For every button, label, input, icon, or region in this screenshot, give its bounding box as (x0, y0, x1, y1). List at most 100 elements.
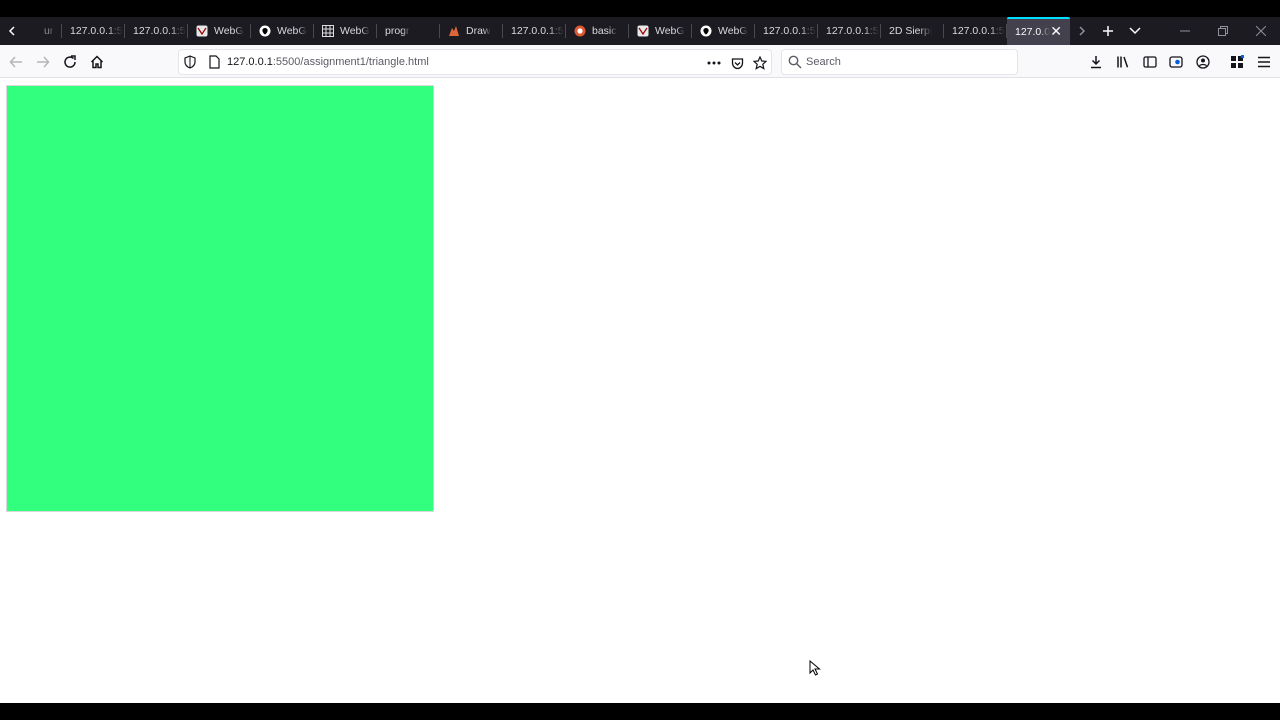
extension-button[interactable] (1164, 50, 1188, 74)
account-button[interactable] (1191, 50, 1215, 74)
webgl-canvas[interactable] (6, 85, 434, 512)
account-icon (1196, 55, 1210, 69)
screen-top-edge (0, 0, 1280, 17)
url-host: 127.0.0.1 (227, 56, 273, 68)
address-bar[interactable]: 127.0.0.1:5500/assignment1/triangle.html (178, 49, 772, 75)
tab[interactable]: basic (566, 17, 629, 45)
screen-bottom-edge (0, 703, 1280, 720)
tab-label: WebG (718, 25, 748, 37)
puzzle-icon (1231, 55, 1244, 68)
tab-label: WebG (277, 25, 307, 37)
tab-label: WebG (655, 25, 685, 37)
webgl-icon (196, 25, 208, 37)
tab[interactable]: 127.0.0.1:5 (125, 17, 188, 45)
tab-label: basic (592, 25, 617, 37)
home-button[interactable] (85, 50, 109, 74)
github-icon (259, 25, 271, 37)
tab-active[interactable]: 127.0.0 ✕ (1007, 17, 1070, 45)
star-icon (753, 56, 767, 70)
back-arrow-icon (9, 56, 22, 68)
tab-label: ur (44, 25, 54, 37)
tab[interactable]: 127.0.0.1:5 (944, 17, 1007, 45)
tab-list: ur 127.0.0.1:5 127.0.0.1:5 WebG WebG WebG prog… (24, 17, 1007, 45)
tab-label: 127.0.0.1:5 (952, 25, 1005, 37)
tab[interactable]: Draw (440, 17, 503, 45)
tab-label: WebG (214, 25, 244, 37)
reload-icon (64, 55, 76, 68)
more-dots-icon (707, 61, 721, 65)
tab[interactable]: 127.0.0.1:5 (62, 17, 125, 45)
forward-arrow-icon (37, 56, 50, 68)
tab-label: 127.0.0.1:5 (133, 25, 186, 37)
chevron-down-icon (1128, 27, 1141, 35)
restore-button[interactable] (1204, 17, 1242, 45)
tracking-protection-icon[interactable] (183, 55, 197, 69)
tab-strip: ur 127.0.0.1:5 127.0.0.1:5 WebG WebG WebG prog… (0, 17, 1280, 45)
chevron-right-icon (1079, 26, 1086, 36)
bookmark-star-button[interactable] (751, 54, 769, 72)
extension-icon (1169, 56, 1183, 68)
page-content (0, 78, 1280, 703)
mouse-cursor-icon (809, 660, 821, 676)
minimize-button[interactable] (1166, 17, 1204, 45)
tab-label: 127.0.0.1:5 (511, 25, 564, 37)
tab-label: WebG (340, 25, 370, 37)
tab[interactable]: 127.0.0.1:5 (755, 17, 818, 45)
url-text[interactable]: 127.0.0.1:5500/assignment1/triangle.html (227, 56, 429, 68)
tab[interactable]: ur (24, 17, 62, 45)
tab[interactable]: WebG (251, 17, 314, 45)
restore-icon (1218, 26, 1228, 36)
home-icon (90, 55, 104, 69)
tab-label: progr (385, 25, 410, 37)
draw-icon (448, 25, 460, 37)
library-button[interactable] (1111, 50, 1135, 74)
tab-label: 127.0.0 (1015, 26, 1051, 38)
tab-label: 127.0.0.1:5 (70, 25, 123, 37)
pocket-button[interactable] (728, 54, 746, 72)
close-icon (1256, 26, 1266, 36)
plus-icon (1102, 26, 1113, 36)
close-window-button[interactable] (1242, 17, 1280, 45)
tab[interactable]: WebG (314, 17, 377, 45)
scroll-tabs-left-button[interactable] (0, 17, 24, 45)
scroll-tabs-right-button[interactable] (1070, 17, 1094, 45)
sidebar-button[interactable] (1138, 50, 1162, 74)
hamburger-menu-icon (1258, 56, 1270, 68)
library-icon (1117, 56, 1129, 68)
minimize-icon (1180, 30, 1190, 32)
downloads-button[interactable] (1084, 50, 1108, 74)
tab-label: Draw (466, 25, 491, 37)
url-path: :5500/assignment1/triangle.html (272, 56, 429, 68)
tab[interactable]: WebG (629, 17, 692, 45)
search-icon (788, 55, 802, 69)
tab[interactable]: WebG (692, 17, 755, 45)
tab-label: 2D Sierpi (889, 25, 933, 37)
reload-button[interactable] (58, 50, 82, 74)
github-icon (700, 25, 712, 37)
grid-icon (322, 25, 334, 37)
new-tab-button[interactable] (1094, 17, 1121, 45)
page-actions-button[interactable] (705, 54, 723, 72)
pocket-icon (731, 57, 743, 69)
back-button[interactable] (4, 50, 28, 74)
tab[interactable]: 127.0.0.1:5 (503, 17, 566, 45)
forward-button[interactable] (31, 50, 55, 74)
tab-label: 127.0.0.1:5 (763, 25, 816, 37)
download-icon (1091, 56, 1101, 69)
tab[interactable]: WebG (188, 17, 251, 45)
app-menu-button[interactable] (1252, 50, 1276, 74)
list-all-tabs-button[interactable] (1121, 17, 1148, 45)
search-bar[interactable] (781, 49, 1018, 75)
tab[interactable]: 2D Sierpi (881, 17, 944, 45)
sidebar-icon (1143, 56, 1157, 68)
webgl-icon (637, 25, 649, 37)
search-input[interactable] (806, 56, 1006, 68)
chevron-left-icon (8, 26, 15, 36)
page-info-icon[interactable] (207, 55, 221, 69)
tab[interactable]: progr (377, 17, 440, 45)
close-tab-icon[interactable]: ✕ (1050, 24, 1062, 38)
duckduckgo-icon (574, 25, 586, 37)
tab-label: 127.0.0.1:5 (826, 25, 879, 37)
extensions-menu-button[interactable] (1225, 50, 1249, 74)
tab[interactable]: 127.0.0.1:5 (818, 17, 881, 45)
